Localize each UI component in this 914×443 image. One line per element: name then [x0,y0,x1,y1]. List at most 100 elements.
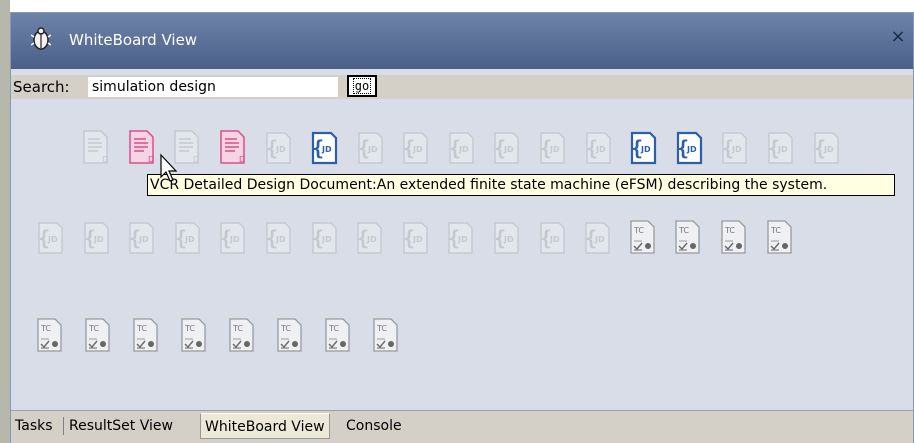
eclipse-bug-icon [30,27,52,51]
svg-text:JD: JD [731,145,742,154]
search-label: Search: [13,78,70,96]
svg-text:D: D [239,155,245,164]
svg-text:JD: JD [412,235,423,244]
svg-text:JD: JD [503,145,514,154]
svg-text:TC: TC [328,324,339,333]
svg-text:JD: JD [777,145,788,154]
view-titlebar: WhiteBoard View × [11,13,913,69]
java-doc-icon[interactable]: { JD [628,129,658,167]
artifact-tooltip: VCR Detailed Design Document:An extended… [147,174,895,196]
design-document-icon[interactable]: D [127,129,157,167]
svg-text:JD: JD [549,145,560,154]
svg-text:D: D [193,155,199,164]
svg-text:JD: JD [640,145,651,154]
artifact-grid: D D D D { JD { JD {JD {JD {JD {JD {… [11,99,913,409]
tab-tasks[interactable]: Tasks [11,413,57,439]
java-doc-icon[interactable]: { JD [719,129,749,167]
java-doc-icon[interactable]: { JD [583,129,613,167]
java-doc-icon[interactable]: { JD [491,129,521,167]
java-doc-icon[interactable]: { JD [765,129,795,167]
svg-text:JD: JD [595,145,606,154]
search-input[interactable] [87,76,339,98]
java-doc-icon[interactable]: { JD [582,219,612,257]
svg-text:TC: TC [232,324,243,333]
java-doc-icon[interactable]: { JD [217,219,247,257]
java-doc-icon[interactable]: { JD [491,219,521,257]
svg-text:TC: TC [770,226,781,235]
design-document-icon[interactable]: D [81,129,111,167]
search-bar: Search: go [11,75,913,99]
svg-text:TC: TC [184,324,195,333]
test-case-icon[interactable]: TC [765,219,795,257]
svg-text:JD: JD [275,145,286,154]
svg-text:JD: JD [457,235,468,244]
svg-text:JD: JD [321,235,332,244]
test-case-icon[interactable]: TC [628,219,658,257]
view-tab-bar: Tasks ResultSet View WhiteBoard View Con… [11,410,913,443]
java-doc-icon[interactable]: { JD [537,219,567,257]
java-doc-icon[interactable]: { JD [445,219,475,257]
svg-text:JD: JD [184,235,195,244]
svg-text:JD: JD [594,235,605,244]
whiteboard-view-panel: WhiteBoard View × Search: go D D [10,12,914,443]
tab-whiteboard-view[interactable]: WhiteBoard View [200,413,330,439]
svg-text:JD: JD [458,145,469,154]
svg-text:JD: JD [229,235,240,244]
go-button[interactable]: go [347,75,377,97]
test-case-icon[interactable]: TC [179,317,209,355]
svg-text:TC: TC [678,226,689,235]
test-case-icon[interactable]: TC [323,317,353,355]
close-view-button[interactable]: × [889,27,907,47]
test-case-icon[interactable]: TC [35,317,65,355]
svg-text:JD: JD [367,145,378,154]
window-left-border [0,0,10,443]
svg-text:TC: TC [280,324,291,333]
svg-text:D: D [148,155,154,164]
tab-console[interactable]: Console [342,413,406,439]
java-doc-icon[interactable]: { JD [537,129,567,167]
java-doc-icon[interactable]: { JD [355,129,385,167]
test-case-icon[interactable]: TC [131,317,161,355]
java-doc-icon[interactable]: { JD [309,219,339,257]
test-case-icon[interactable]: TC [673,219,703,257]
test-case-icon[interactable]: TC [83,317,113,355]
test-case-icon[interactable]: TC [719,219,749,257]
java-doc-icon[interactable]: { JD [354,219,384,257]
test-case-icon[interactable]: TC [371,317,401,355]
svg-text:TC: TC [88,324,99,333]
svg-text:JD: JD [686,145,697,154]
svg-text:JD: JD [138,235,149,244]
svg-text:JD: JD [503,235,514,244]
svg-text:TC: TC [633,226,644,235]
java-doc-icon[interactable]: { JD [172,219,202,257]
java-doc-icon[interactable]: { JD [35,219,65,257]
java-doc-icon[interactable]: { JD [126,219,156,257]
java-doc-icon[interactable]: { JD [81,219,111,257]
java-doc-icon[interactable]: { JD [446,129,476,167]
java-doc-icon[interactable]: { JD [400,219,430,257]
svg-text:JD: JD [366,235,377,244]
svg-text:TC: TC [40,324,51,333]
java-doc-icon[interactable]: { JD [674,129,704,167]
java-doc-icon[interactable]: { JD [811,129,841,167]
svg-text:JD: JD [823,145,834,154]
view-title: WhiteBoard View [69,31,198,49]
test-case-icon[interactable]: TC [275,317,305,355]
tab-resultset-view[interactable]: ResultSet View [65,413,177,439]
design-document-icon[interactable]: D [218,129,248,167]
svg-text:JD: JD [93,235,104,244]
java-doc-icon[interactable]: { JD [263,129,293,167]
svg-text:TC: TC [376,324,387,333]
svg-text:TC: TC [724,226,735,235]
app-frame: WhiteBoard View × Search: go D D [0,0,914,443]
tab-divider [63,417,64,435]
svg-text:TC: TC [136,324,147,333]
go-button-label: go [352,78,372,94]
java-doc-icon[interactable]: { JD [400,129,430,167]
test-case-icon[interactable]: TC [227,317,257,355]
java-doc-icon[interactable]: { JD [309,129,339,167]
svg-text:D: D [102,155,108,164]
svg-text:JD: JD [275,235,286,244]
java-doc-icon[interactable]: { JD [263,219,293,257]
svg-text:JD: JD [412,145,423,154]
